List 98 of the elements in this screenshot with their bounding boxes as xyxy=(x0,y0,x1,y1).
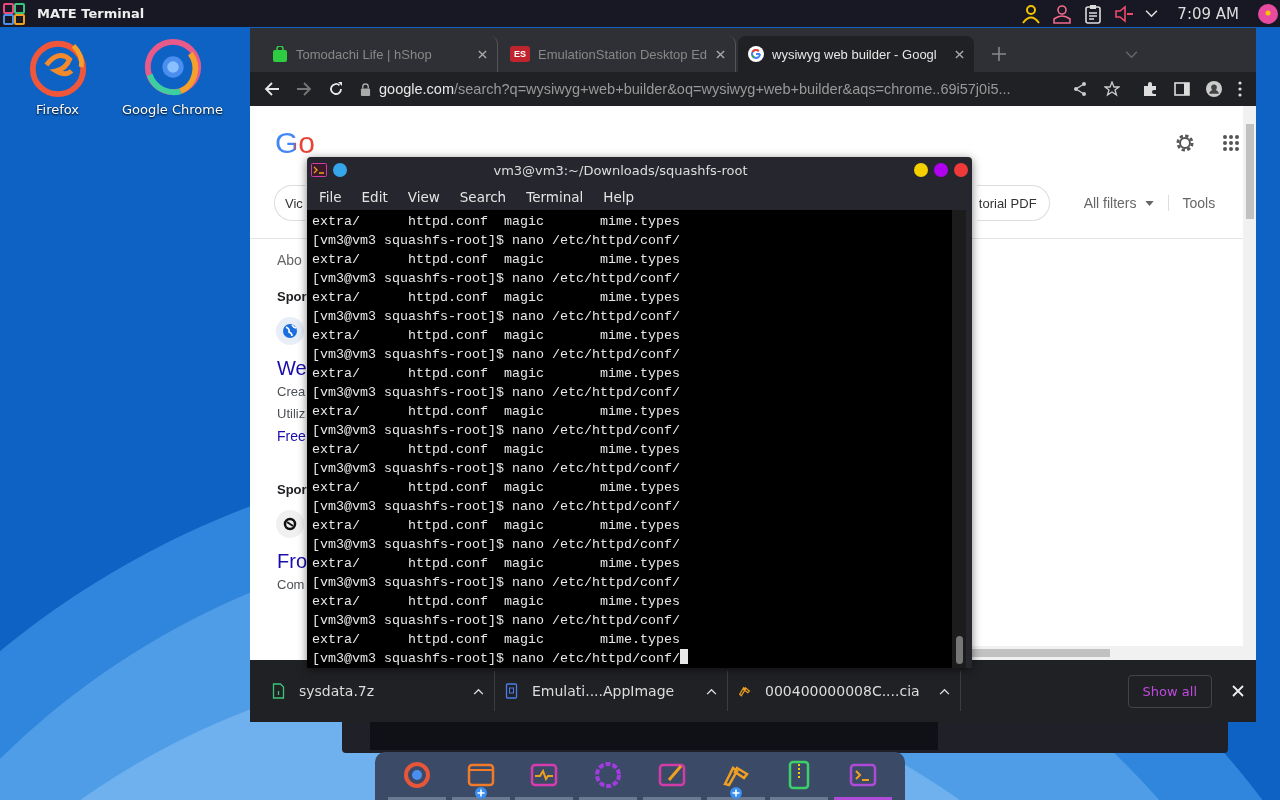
close-icon[interactable] xyxy=(955,49,964,59)
menu-item[interactable]: View xyxy=(397,188,450,205)
clipboard-icon[interactable] xyxy=(1083,3,1104,24)
terminal-line: [vm3@vm3 squashfs-root]$ nano /etc/httpd/conf/ xyxy=(312,308,681,326)
download-item[interactable]: Emulati....AppImage xyxy=(495,671,728,711)
terminal-line: extra/ httpd.conf magic mime.types xyxy=(312,365,681,383)
forward-arrow-icon[interactable] xyxy=(296,81,312,97)
clock[interactable]: 7:09 AM xyxy=(1177,4,1239,23)
scrollbar[interactable] xyxy=(952,210,966,668)
vertical-scrollbar[interactable] xyxy=(1243,106,1256,660)
terminal-line: extra/ httpd.conf magic mime.types xyxy=(312,441,681,459)
globe-icon xyxy=(276,317,304,345)
terminal-line: [vm3@vm3 squashfs-root]$ nano /etc/httpd/conf/ xyxy=(312,574,681,592)
more-menu-icon[interactable] xyxy=(1238,81,1242,97)
result-text: Crea xyxy=(277,383,306,401)
close-button[interactable] xyxy=(954,163,968,177)
person-icon[interactable] xyxy=(1021,3,1042,24)
window-title: vm3@vm3:~/Downloads/squashfs-root xyxy=(492,162,749,178)
terminal-line: extra/ httpd.conf magic mime.types xyxy=(312,631,681,649)
menu-item[interactable]: Terminal xyxy=(516,188,594,205)
terminal-line: extra/ httpd.conf magic mime.types xyxy=(312,289,681,307)
terminal-icon xyxy=(311,163,327,177)
file-icon xyxy=(272,683,285,699)
browser-tab[interactable]: wysiwyg web builder - Googl xyxy=(738,36,974,72)
close-icon[interactable] xyxy=(716,49,725,59)
terminal-line: extra/ httpd.conf magic mime.types xyxy=(312,403,681,421)
result-title-link[interactable]: We xyxy=(277,355,307,381)
terminal-line: extra/ httpd.conf magic mime.types xyxy=(312,555,681,573)
section-heading: Spor xyxy=(277,288,307,306)
terminal-line: [vm3@vm3 squashfs-root]$ nano /etc/httpd/conf/ xyxy=(312,498,681,516)
terminal-line: [vm3@vm3 squashfs-root]$ nano /etc/httpd/conf/ xyxy=(312,536,681,554)
share-icon[interactable] xyxy=(1072,81,1088,97)
caret-icon xyxy=(1144,200,1154,206)
file-icon xyxy=(505,683,518,699)
close-icon[interactable] xyxy=(478,49,487,59)
person-icon[interactable] xyxy=(1052,3,1073,24)
result-link[interactable]: Free xyxy=(277,425,306,447)
terminal-line: [vm3@vm3 squashfs-root]$ nano /etc/httpd/conf/ xyxy=(312,422,681,440)
apps-grid-icon[interactable] xyxy=(1222,134,1240,152)
terminal-line: [vm3@vm3 squashfs-root]$ nano /etc/httpd/conf/ xyxy=(312,346,681,364)
chevron-up-icon xyxy=(939,687,950,695)
terminal-line: extra/ httpd.conf magic mime.types xyxy=(312,251,681,269)
result-text: Utiliz xyxy=(277,405,306,423)
chevron-up-icon xyxy=(706,687,717,695)
terminal-line: extra/ httpd.conf magic mime.types xyxy=(312,213,681,231)
browser-tab[interactable]: Tomodachi Life | hShop xyxy=(262,36,498,72)
lock-icon[interactable] xyxy=(360,82,371,96)
terminal-line: extra/ httpd.conf magic mime.types xyxy=(312,593,681,611)
menu-item[interactable]: File xyxy=(309,188,352,205)
download-item[interactable]: 000400000008C....cia xyxy=(728,671,961,711)
terminal-line: extra/ httpd.conf magic mime.types xyxy=(312,479,681,497)
menu-item[interactable]: Search xyxy=(449,188,517,205)
all-filters-dropdown[interactable]: All filters xyxy=(1083,195,1154,211)
active-app-title: MATE Terminal xyxy=(37,6,145,21)
terminal-line: extra/ httpd.conf magic mime.types xyxy=(312,517,681,535)
desktop-icon-label[interactable]: Google Chrome xyxy=(122,102,223,117)
plus-badge-icon xyxy=(729,787,742,799)
plus-badge-icon xyxy=(474,787,487,799)
settings-icon[interactable] xyxy=(1174,132,1196,154)
terminal-line: [vm3@vm3 squashfs-root]$ nano /etc/httpd/conf/ xyxy=(312,270,681,288)
address-bar[interactable]: google.com/search?q=wysiwyg+web+builder&oq=wysiwyg+web+builder&aqs=chrome..69i57j0i5... xyxy=(360,81,1060,97)
new-tab-icon[interactable] xyxy=(992,47,1006,61)
section-heading: Spor xyxy=(277,481,307,499)
terminal-line: [vm3@vm3 squashfs-root]$ nano /etc/httpd/conf/ xyxy=(312,384,681,402)
back-arrow-icon[interactable] xyxy=(264,81,280,97)
result-text: Abo xyxy=(277,251,302,270)
muted-speaker-icon[interactable] xyxy=(1114,3,1135,24)
terminal-line: [vm3@vm3 squashfs-root]$ nano /etc/httpd/conf/ xyxy=(312,232,681,250)
download-item[interactable]: sysdata.7z xyxy=(262,671,495,711)
horizontal-scrollbar[interactable] xyxy=(972,646,1243,660)
site-favicon: ES xyxy=(510,46,530,62)
terminal-line: [vm3@vm3 squashfs-root]$ nano /etc/httpd/conf/ xyxy=(312,460,681,478)
menu-icon[interactable] xyxy=(3,2,25,25)
browser-tab[interactable]: ES EmulationStation Desktop Ed xyxy=(500,36,736,72)
terminal-line: extra/ httpd.conf magic mime.types xyxy=(312,327,681,345)
menu-item[interactable]: Help xyxy=(593,188,645,205)
menu-item[interactable]: Edit xyxy=(351,188,398,205)
puzzle-icon[interactable] xyxy=(1142,81,1158,97)
site-icon xyxy=(276,510,304,538)
terminal-line: [vm3@vm3 squashfs-root]$ nano /etc/httpd/conf/ xyxy=(312,612,681,630)
avatar-icon[interactable] xyxy=(1258,3,1278,24)
google-g-icon xyxy=(748,46,764,62)
star-icon[interactable] xyxy=(1104,81,1120,97)
ring-icon[interactable] xyxy=(401,759,432,790)
chevron-up-icon xyxy=(473,687,484,695)
maximize-button[interactable] xyxy=(934,163,948,177)
side-panel-icon[interactable] xyxy=(1174,81,1190,97)
terminal-line: [vm3@vm3 squashfs-root]$ nano /etc/httpd/conf/ xyxy=(312,649,952,668)
tools-button[interactable]: Tools xyxy=(1167,195,1216,211)
result-text: Com xyxy=(277,576,305,594)
result-title-link[interactable]: Fro xyxy=(277,548,307,574)
minimize-button[interactable] xyxy=(914,163,928,177)
pin-button[interactable] xyxy=(333,163,347,177)
show-all-button[interactable]: Show all xyxy=(1127,674,1212,708)
profile-icon[interactable] xyxy=(1206,81,1222,97)
reload-icon[interactable] xyxy=(328,81,344,97)
shopping-bag-icon xyxy=(272,46,288,62)
desktop-icon-label[interactable]: Firefox xyxy=(36,102,79,117)
